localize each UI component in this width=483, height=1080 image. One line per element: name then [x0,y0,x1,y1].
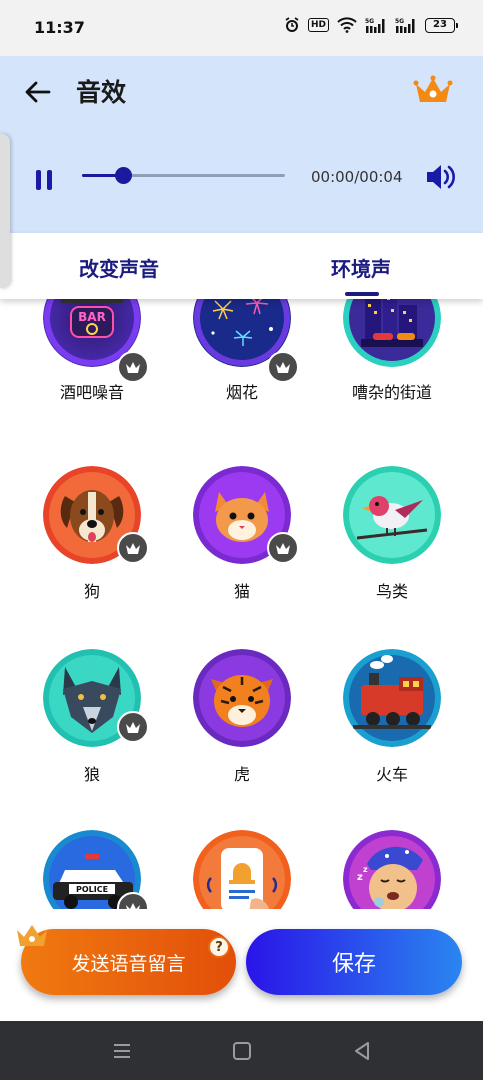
send-voice-message-button[interactable]: 发送语音留言 [21,929,236,995]
side-panel-handle[interactable] [0,134,10,288]
status-time: 11:37 [34,18,85,37]
save-label: 保存 [331,952,376,977]
sound-label: 酒吧噪音 [59,383,124,402]
header: 音效 00:00/00:04 [0,56,483,233]
sound-item[interactable]: 嘈杂的街道 [325,299,455,439]
sound-item[interactable]: 狗 [25,466,155,636]
tiger-icon [193,649,291,747]
sound-item[interactable]: 猫 [175,466,305,636]
sound-label: 虎 [233,765,250,784]
battery-level: 23 [433,18,447,30]
pause-icon-bar-left [36,170,41,190]
back-arrow-icon [25,81,51,103]
volume-button[interactable] [424,162,456,192]
active-tab-indicator [345,292,379,296]
status-icons: HD 5G 5G 23 [284,17,458,33]
pause-icon-bar-right [47,170,52,190]
sound-item[interactable] [175,830,305,909]
signal-5g-icon-2: 5G [395,18,415,33]
premium-crown-icon [413,75,453,102]
volume-icon [427,165,455,189]
pause-button[interactable] [30,166,58,194]
crown-small-icon [276,361,290,373]
sound-item[interactable]: 狼 [25,649,155,819]
menu-icon[interactable] [110,1039,134,1063]
tab-change-voice[interactable]: 改变声音 [79,253,159,282]
page-title: 音效 [76,78,127,107]
sound-item[interactable]: zz [325,830,455,909]
help-icon[interactable]: ? [208,936,230,958]
premium-lock-badge [117,711,149,743]
premium-crown-icon [17,925,47,946]
doorbell-icon [193,830,291,909]
crown-small-icon [276,542,290,554]
svg-text:POLICE: POLICE [76,885,108,894]
sound-item[interactable]: 鸟类 [325,466,455,636]
save-button[interactable]: 保存 [246,929,462,995]
crown-small-icon [126,542,140,554]
sound-item[interactable]: 虎 [175,649,305,819]
back-nav-icon[interactable] [350,1039,374,1063]
signal-5g-icon: 5G [365,18,385,33]
premium-lock-badge [117,532,149,564]
sound-item[interactable]: BAR 酒吧噪音 [25,299,155,439]
tab-bar: 改变声音 环境声 [0,233,483,299]
svg-text:5G: 5G [395,18,404,25]
crown-small-icon [126,902,140,909]
crown-small-icon [126,361,140,373]
seek-slider[interactable] [82,167,285,184]
crown-small-icon [126,721,140,733]
sound-label: 火车 [375,765,408,784]
train-icon [343,649,441,747]
sound-label: 狗 [83,582,100,601]
sound-grid: BAR 酒吧噪音 烟花 嘈杂的街道 狗 猫 鸟类 狼 虎 火车 POLICE z… [0,299,483,909]
svg-text:BAR: BAR [78,310,106,324]
sound-item[interactable]: 火车 [325,649,455,819]
back-button[interactable] [22,76,54,108]
svg-text:z: z [363,865,368,874]
premium-lock-badge [267,532,299,564]
hd-voice-badge: HD [307,18,329,32]
home-icon[interactable] [230,1039,254,1063]
bird-icon [343,466,441,564]
sound-item[interactable]: 烟花 [175,299,305,439]
tab-ambient-sound[interactable]: 环境声 [331,253,391,282]
sound-label: 猫 [233,582,250,601]
sound-label: 鸟类 [375,582,408,601]
svg-text:5G: 5G [365,18,374,25]
battery-icon: 23 [425,17,458,33]
alarm-icon [285,17,299,32]
system-nav-bar [0,1021,483,1080]
premium-button[interactable] [413,74,453,106]
status-bar: 11:37 HD 5G 5G 23 [0,0,483,56]
city-street-icon [343,299,441,367]
snoring-icon: zz [343,830,441,909]
sound-label: 嘈杂的街道 [351,383,432,402]
send-voice-message-label: 发送语音留言 [71,952,186,975]
playback-time: 00:00/00:04 [311,168,403,186]
sound-label: 狼 [83,765,100,784]
seek-thumb[interactable] [114,167,132,184]
sound-label: 烟花 [225,383,258,402]
wifi-icon [337,17,357,33]
sound-item[interactable]: POLICE [25,830,155,909]
